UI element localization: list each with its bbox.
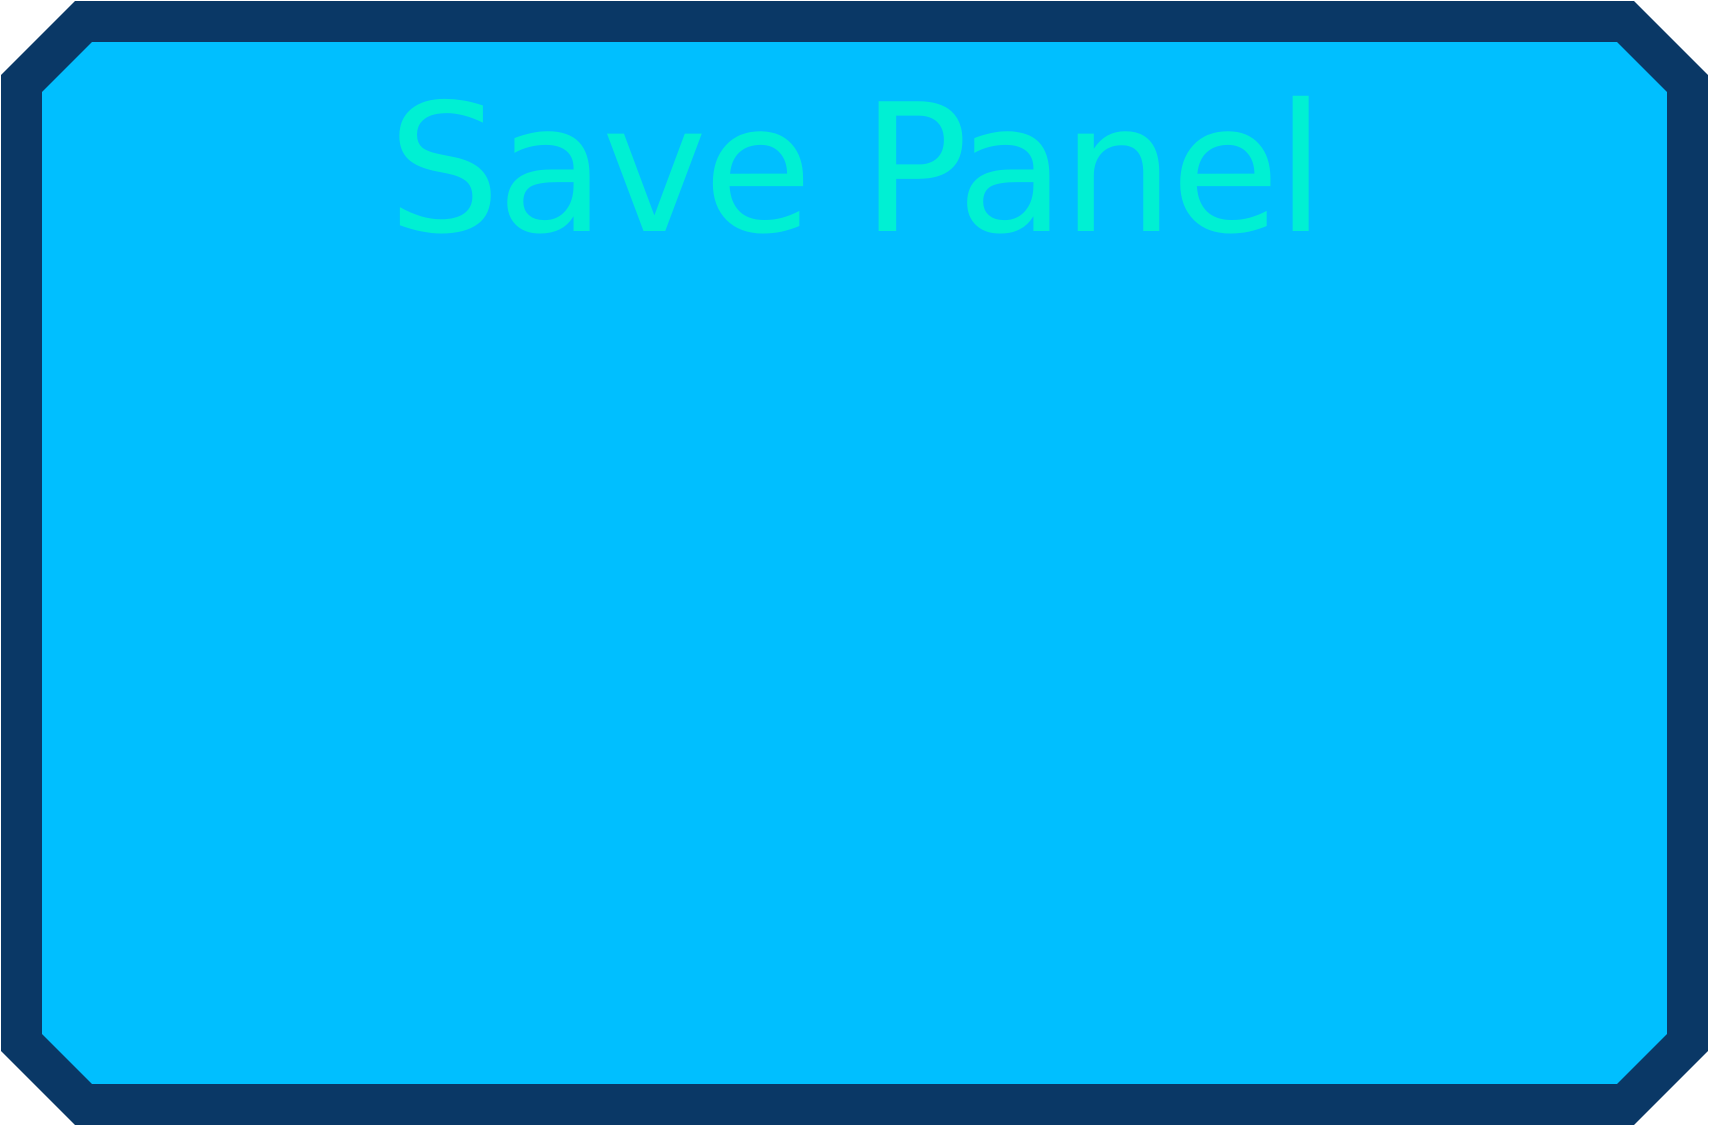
save-panel: Save Panel <box>0 0 1709 1126</box>
panel-title: Save Panel <box>387 66 1326 273</box>
